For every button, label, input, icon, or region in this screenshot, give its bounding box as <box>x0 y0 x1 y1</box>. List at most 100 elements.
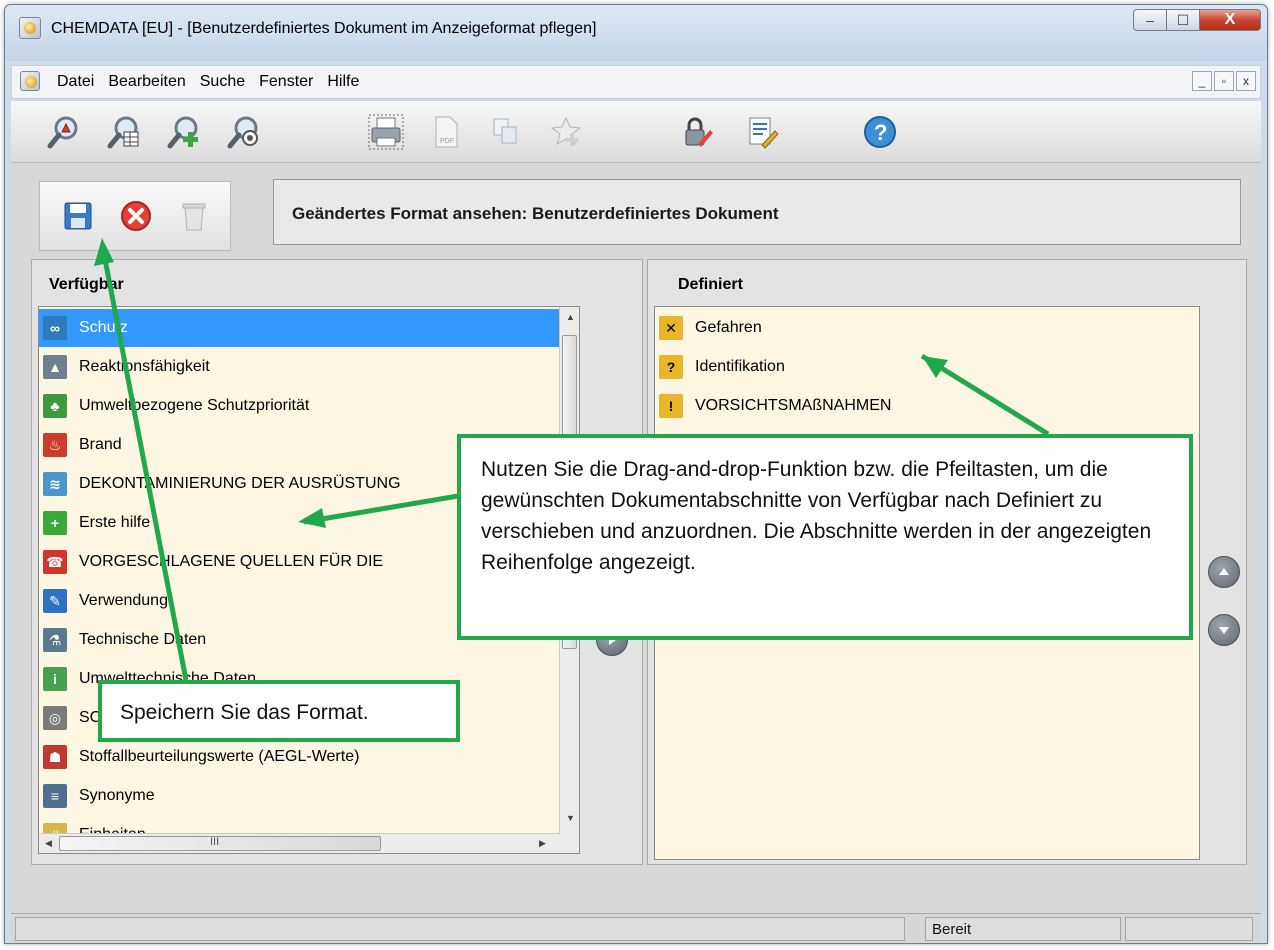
document-window-controls: _ ▫ x <box>1192 71 1256 91</box>
favorite-add-icon[interactable] <box>547 113 585 151</box>
list-item[interactable]: ✕ Gefahren <box>655 309 1199 347</box>
delete-button[interactable] <box>176 198 212 234</box>
list-item-label: VORSICHTSMAßNAHMEN <box>695 397 892 414</box>
cancel-icon <box>121 201 151 231</box>
list-item[interactable]: ≡ Synonyme <box>39 777 559 815</box>
aegl-icon: ☗ <box>43 745 67 769</box>
drag-drop-callout-text: Nutzen Sie die Drag-and-drop-Funktion bz… <box>481 458 1152 574</box>
scroll-down-arrow-icon[interactable]: ▼ <box>566 813 575 823</box>
menu-items: Datei Bearbeiten Suche Fenster Hilfe <box>50 73 366 91</box>
arrow-down-icon <box>1219 627 1229 634</box>
question-icon: ? <box>659 355 683 379</box>
menu-suche[interactable]: Suche <box>193 73 252 91</box>
chemdata-app-icon[interactable] <box>19 17 41 39</box>
list-item[interactable]: ♣ Umweltbezogene Schutzpriorität <box>39 387 559 425</box>
action-toolbar <box>39 181 231 251</box>
list-item-label: Identifikation <box>695 358 785 375</box>
window-title: CHEMDATA [EU] - [Benutzerdefiniertes Dok… <box>51 20 597 37</box>
menu-hilfe[interactable]: Hilfe <box>320 73 366 91</box>
search-target-icon[interactable] <box>225 113 263 151</box>
list-item-label: DEKONTAMINIERUNG DER AUSRÜSTUNG <box>79 475 401 492</box>
flask-icon: ⚗ <box>43 628 67 652</box>
print-icon[interactable] <box>367 113 405 151</box>
scroll-grip: III <box>210 836 220 848</box>
scroll-up-arrow-icon[interactable]: ▲ <box>566 312 575 322</box>
document-system-menu-icon[interactable] <box>20 71 40 91</box>
pdf-export-icon[interactable]: PDF <box>427 113 465 151</box>
list-item[interactable]: ☗ Stoffallbeurteilungswerte (AEGL-Werte) <box>39 738 559 776</box>
save-button[interactable] <box>60 198 96 234</box>
status-cell-state: Bereit <box>925 917 1121 941</box>
available-horizontal-scrollbar[interactable]: ◀ III ▶ <box>39 833 561 853</box>
list-item-label: Umweltbezogene Schutzpriorität <box>79 397 310 414</box>
search-table-icon[interactable] <box>105 113 143 151</box>
available-horizontal-scroll-thumb[interactable]: III <box>59 836 381 851</box>
exclamation-icon: ! <box>659 394 683 418</box>
phone-icon: ☎ <box>43 550 67 574</box>
menu-fenster[interactable]: Fenster <box>252 73 320 91</box>
main-toolbar: PDF ? <box>11 101 1261 163</box>
help-icon[interactable]: ? <box>861 113 899 151</box>
close-button[interactable]: X <box>1199 9 1261 31</box>
status-cell-main <box>15 917 905 941</box>
reaction-icon: ▲ <box>43 355 67 379</box>
copy-icon[interactable] <box>487 113 525 151</box>
document-close-button[interactable]: x <box>1236 71 1256 91</box>
list-item-label: Stoffallbeurteilungswerte (AEGL-Werte) <box>79 748 360 765</box>
edit-document-icon[interactable] <box>743 113 781 151</box>
wrench-icon: ✎ <box>43 589 67 613</box>
minimize-button[interactable]: – <box>1133 9 1167 31</box>
hazard-icon: ✕ <box>659 316 683 340</box>
menu-bearbeiten[interactable]: Bearbeiten <box>101 73 192 91</box>
search-add-icon[interactable] <box>165 113 203 151</box>
env-info-icon: i <box>43 667 67 691</box>
list-item-label: Technische Daten <box>79 631 207 648</box>
floppy-disk-icon <box>64 202 92 230</box>
scroll-left-arrow-icon[interactable]: ◀ <box>45 838 52 849</box>
lock-edit-icon[interactable] <box>677 113 715 151</box>
list-item[interactable]: ! VORSICHTSMAßNAHMEN <box>655 387 1199 425</box>
document-minimize-button[interactable]: _ <box>1192 71 1212 91</box>
list-item[interactable]: ▲ Reaktionsfähigkeit <box>39 348 559 386</box>
fire-icon: ♨ <box>43 433 67 457</box>
trash-can-icon <box>182 203 206 231</box>
save-callout: Speichern Sie das Format. <box>98 680 460 742</box>
trees-icon: ♣ <box>43 394 67 418</box>
move-down-button[interactable] <box>1208 614 1240 646</box>
cancel-button[interactable] <box>118 198 154 234</box>
list-item-label: Brand <box>79 436 122 453</box>
move-up-button[interactable] <box>1208 556 1240 588</box>
defined-title: Definiert <box>678 276 743 293</box>
svg-text:?: ? <box>874 120 887 145</box>
save-callout-text: Speichern Sie das Format. <box>120 701 369 724</box>
list-item-label: Gefahren <box>695 319 762 336</box>
list-item-label: Erste hilfe <box>79 514 151 531</box>
available-title: Verfügbar <box>49 276 124 293</box>
target-icon: ◎ <box>43 706 67 730</box>
maximize-button[interactable]: ☐ <box>1166 9 1200 31</box>
window-controls: – ☐ X <box>1133 9 1261 31</box>
search-substance-icon[interactable] <box>45 113 83 151</box>
list-item[interactable]: ? Identifikation <box>655 348 1199 386</box>
status-text: Bereit <box>932 921 972 938</box>
list-item-label: Synonyme <box>79 787 155 804</box>
list-item-label: VORGESCHLAGENE QUELLEN FÜR DIE <box>79 553 384 570</box>
title-bar: CHEMDATA [EU] - [Benutzerdefiniertes Dok… <box>5 5 1267 61</box>
scroll-right-arrow-icon[interactable]: ▶ <box>539 838 546 849</box>
menu-datei[interactable]: Datei <box>50 73 101 91</box>
list-item[interactable]: ∞ Schutz <box>39 309 559 347</box>
status-cell-extra <box>1125 917 1253 941</box>
status-bar: Bereit <box>11 913 1261 943</box>
list-item-label: Schutz <box>79 319 128 336</box>
drag-drop-callout: Nutzen Sie die Drag-and-drop-Funktion bz… <box>457 434 1193 640</box>
menu-bar: Datei Bearbeiten Suche Fenster Hilfe _ ▫… <box>11 65 1261 99</box>
synonym-icon: ≡ <box>43 784 67 808</box>
page-title: Geändertes Format ansehen: Benutzerdefin… <box>292 204 779 223</box>
list-item-label: Reaktionsfähigkeit <box>79 358 210 375</box>
format-header: Geändertes Format ansehen: Benutzerdefin… <box>273 179 1241 245</box>
list-item-label: Verwendung <box>79 592 168 609</box>
document-restore-button[interactable]: ▫ <box>1214 71 1234 91</box>
shower-icon: ≋ <box>43 472 67 496</box>
svg-text:PDF: PDF <box>440 138 454 145</box>
arrow-up-icon <box>1219 568 1229 575</box>
